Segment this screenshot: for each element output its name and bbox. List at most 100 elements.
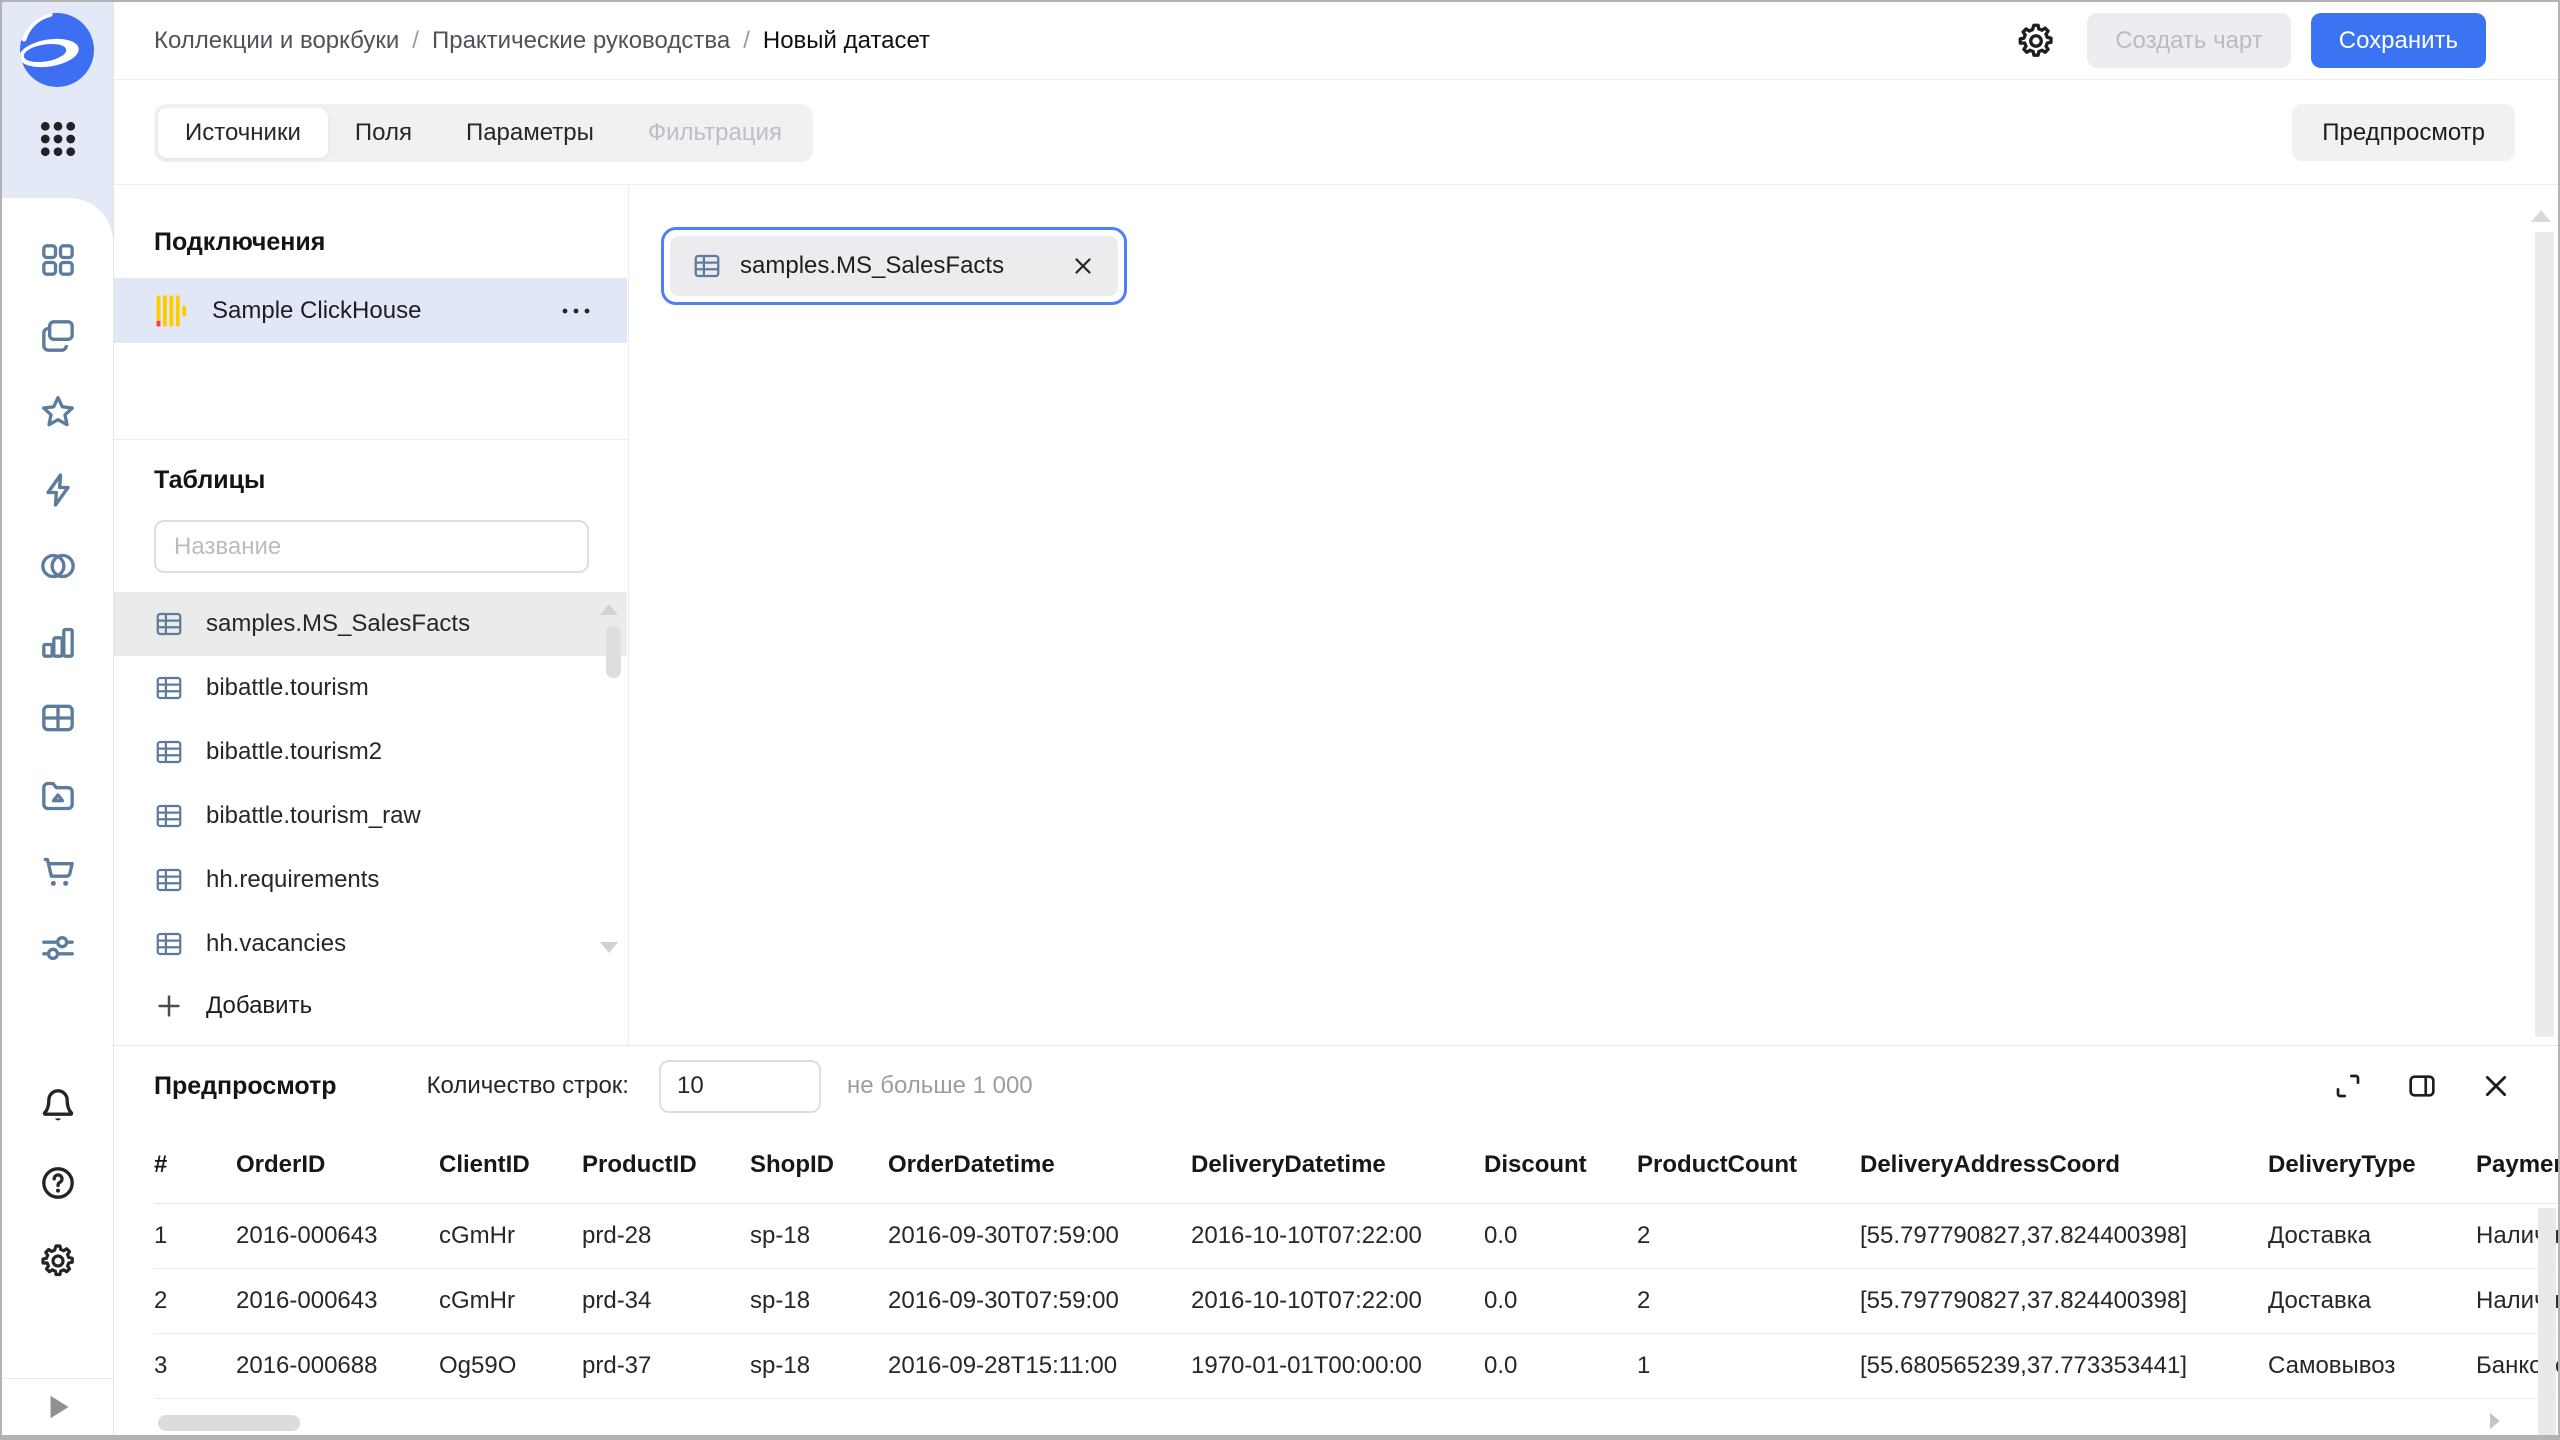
sidebar-item-marketplace[interactable] [36,850,80,894]
table-icon [154,801,184,831]
table-icon [154,865,184,895]
table-cell: 2016-09-28T15:11:00 [888,1333,1191,1399]
remove-source-close-icon[interactable] [1068,251,1098,281]
table-icon [154,673,184,703]
canvas-scroll-up-icon[interactable] [2531,210,2551,222]
table-icon [154,737,184,767]
table-list-item[interactable]: bibattle.tourism [114,656,627,720]
table-name: bibattle.tourism [206,674,369,701]
connection-menu-ellipsis-icon[interactable] [555,302,597,320]
sidebar-item-favorites[interactable] [36,390,80,434]
column-header: ProductID [582,1126,750,1204]
list-scroll-down-icon[interactable] [600,942,618,953]
preview-title: Предпросмотр [154,1071,337,1100]
table-name: hh.requirements [206,866,380,893]
breadcrumb-workbook[interactable]: Практические руководства [432,27,730,55]
tab-fields[interactable]: Поля [328,108,439,158]
table-icon [154,929,184,959]
topbar: Коллекции и воркбуки / Практические руко… [114,2,2558,80]
table-cell: Самовывоз [2268,1333,2476,1399]
connection-item[interactable]: Sample ClickHouse [114,278,627,343]
settings-gear-icon[interactable] [36,1239,80,1283]
column-header: ClientID [439,1126,582,1204]
column-header: Discount [1484,1126,1637,1204]
table-name: samples.MS_SalesFacts [206,610,471,637]
preview-scroll-right-icon[interactable] [2490,1413,2500,1429]
table-cell: Доставка [2268,1268,2476,1334]
preview-table-area: # OrderID ClientID ProductID ShopID OrderDate… [114,1126,2558,1435]
sidebar-item-datasets[interactable] [36,696,80,740]
tab-bar: Источники Поля Параметры Фильтрация Пред… [114,81,2558,185]
save-button[interactable]: Сохранить [2310,13,2486,68]
table-cell: 1 [154,1203,236,1269]
sidebar-item-collections[interactable] [36,314,80,358]
connections-title: Подключения [154,228,326,256]
sidebar-item-dashboards[interactable] [36,238,80,282]
dataset-settings-gear-icon[interactable] [2015,20,2057,62]
sidebar-item-files[interactable] [36,774,80,818]
datalens-logo[interactable] [19,12,95,88]
table-list-item[interactable]: bibattle.tourism_raw [114,784,627,848]
sidebar-item-services[interactable] [36,926,80,970]
column-header: ProductCount [1637,1126,1860,1204]
table-search-input[interactable] [154,520,589,573]
preview-horizontal-scrollbar-thumb[interactable] [158,1415,300,1431]
table-list-item[interactable]: hh.requirements [114,848,627,912]
close-preview-icon[interactable] [2480,1070,2512,1102]
column-header: # [154,1126,236,1204]
table-list-item[interactable]: bibattle.tourism2 [114,720,627,784]
expand-preview-icon[interactable] [2332,1070,2364,1102]
tab-sources[interactable]: Источники [158,107,328,158]
table-list-item[interactable]: samples.MS_SalesFacts [114,592,627,656]
sidebar-item-charts[interactable] [36,620,80,664]
breadcrumb: Коллекции и воркбуки / Практические руко… [154,27,930,55]
create-chart-button[interactable]: Создать чарт [2087,13,2291,68]
table-list-item[interactable]: hh.vacancies [114,912,627,976]
row-count-hint: не больше 1 000 [846,1072,1033,1099]
table-name: hh.vacancies [206,930,347,957]
table-cell: Og59O [439,1333,582,1399]
column-header: OrderDatetime [888,1126,1191,1204]
table-cell: 2016-10-10T07:22:00 [1191,1268,1484,1334]
help-icon[interactable] [36,1161,80,1205]
canvas-scrollbar-thumb[interactable] [2535,232,2554,1037]
datalens-dataset-editor: Коллекции и воркбуки / Практические руко… [0,0,2560,1440]
sidebar-item-connections[interactable] [36,468,80,512]
panel-divider [114,439,628,440]
table-row: 2 2016-000643 cGmHr prd-34 sp-18 2016-09-30T0… [154,1268,2558,1334]
tab-filtering[interactable]: Фильтрация [621,108,809,158]
add-table-button[interactable]: Добавить [154,978,312,1034]
list-scrollbar-thumb[interactable] [606,626,621,678]
sidebar-divider [2,1378,113,1379]
table-cell: 2016-000688 [236,1333,439,1399]
dock-right-layout-icon[interactable] [2406,1070,2438,1102]
selected-source-outline: samples.MS_SalesFacts [661,227,1127,305]
column-header: DeliveryAddressCoord [1860,1126,2268,1204]
breadcrumb-separator: / [412,26,419,54]
tab-parameters[interactable]: Параметры [439,108,621,158]
table-row: 1 2016-000643 cGmHr prd-28 sp-18 2016-09-30T0… [154,1203,2558,1269]
table-cell: 2016-09-30T07:59:00 [888,1268,1191,1334]
table-name: bibattle.tourism_raw [206,802,421,829]
breadcrumb-separator: / [743,26,750,54]
sidebar-expand-icon[interactable] [40,1389,76,1425]
table-cell: 1 [1637,1333,1860,1399]
preview-vertical-scrollbar-thumb[interactable] [2538,1208,2556,1435]
row-count-input[interactable] [658,1059,821,1113]
sources-content: Подключения Sample ClickHouse Таблицы На… [114,186,2558,1045]
breadcrumb-collections[interactable]: Коллекции и воркбуки [154,27,399,55]
table-cell: 0.0 [1484,1203,1637,1269]
apps-grid-icon[interactable] [34,115,82,163]
list-scroll-up-icon[interactable] [600,604,618,615]
column-header: DeliveryDatetime [1191,1126,1484,1204]
table-cell: 2016-000643 [236,1203,439,1269]
tables-title: Таблицы [154,466,266,494]
notifications-bell-icon[interactable] [36,1083,80,1127]
sidebar-item-relations[interactable] [36,544,80,588]
table-row: 3 2016-000688 Og59O prd-37 sp-18 2016-09-28T1… [154,1333,2558,1399]
preview-toggle-button[interactable]: Предпросмотр [2292,104,2515,161]
table-cell: [55.680565239,37.773353441] [1860,1333,2268,1399]
table-cell: prd-34 [582,1268,750,1334]
table-cell: 1970-01-01T00:00:00 [1191,1333,1484,1399]
source-chip[interactable]: samples.MS_SalesFacts [670,236,1118,296]
